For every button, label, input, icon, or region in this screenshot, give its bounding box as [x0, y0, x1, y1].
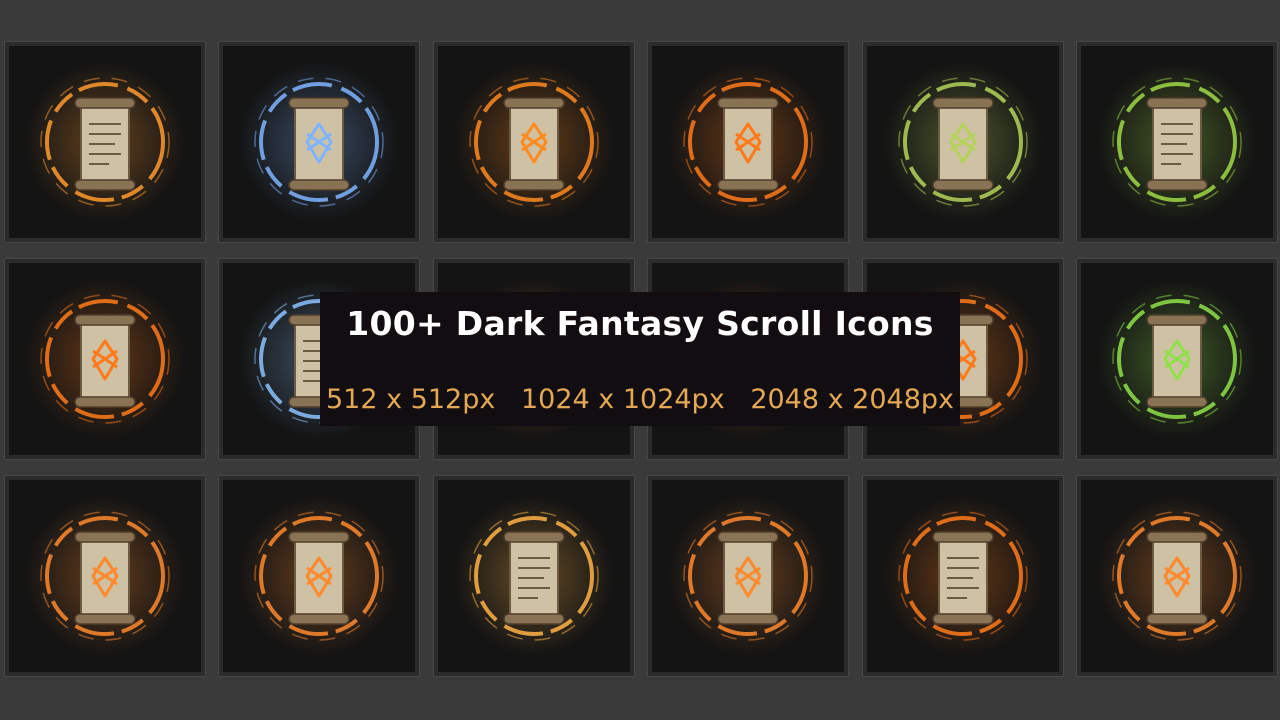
bone-lightning-scroll-icon	[1076, 41, 1278, 243]
size-2048: 2048 x 2048px	[750, 384, 954, 415]
burning-scroll-icon	[218, 475, 420, 677]
fire-ring-scroll-icon	[4, 41, 206, 243]
banner-title: 100+ Dark Fantasy Scroll Icons	[346, 304, 934, 343]
flame-rune-scroll-icon	[433, 41, 635, 243]
size-512: 512 x 512px	[326, 384, 496, 415]
fire-swirl-scroll-icon	[4, 258, 206, 460]
lily-rune-scroll-icon	[1076, 475, 1278, 677]
frost-ring-scroll-icon	[218, 41, 420, 243]
fire-vortex-scroll-icon	[862, 475, 1064, 677]
nature-ring-scroll-icon	[1076, 258, 1278, 460]
size-list: 512 x 512px 1024 x 1024px 2048 x 2048px	[320, 380, 960, 420]
crystal-scroll-icon	[433, 475, 635, 677]
vine-rune-scroll-icon	[4, 475, 206, 677]
stone-orbit-scroll-icon	[647, 475, 849, 677]
skull-sigil-scroll-icon	[862, 41, 1064, 243]
size-1024: 1024 x 1024px	[520, 384, 725, 415]
ember-rune-scroll-icon	[647, 41, 849, 243]
title-banner: 100+ Dark Fantasy Scroll Icons 512 x 512…	[320, 292, 960, 426]
